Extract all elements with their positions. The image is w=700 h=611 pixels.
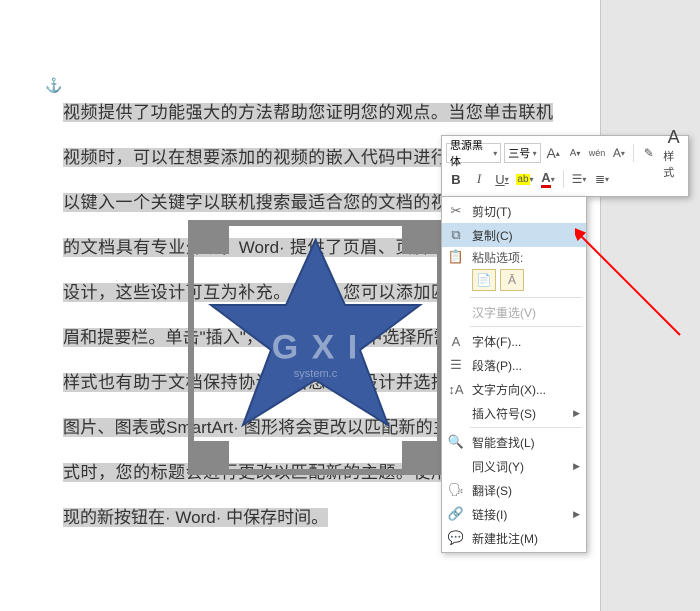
menu-copy[interactable]: ⧉ 复制(C)	[442, 223, 586, 247]
phonetic-guide-button[interactable]: wén	[588, 143, 607, 163]
font-a-icon: A	[446, 332, 466, 350]
anchor-icon: ⚓	[45, 77, 62, 94]
link-icon: 🔗	[446, 505, 466, 523]
font-name-select[interactable]: 思源黑体▾	[446, 143, 501, 163]
format-painter-button[interactable]: ✎	[639, 143, 658, 163]
scissors-icon: ✂	[446, 202, 466, 220]
search-icon: 🔍	[446, 433, 466, 451]
paste-options-row: 📄 Ā	[442, 267, 586, 295]
menu-translate[interactable]: 🗣 翻译(S)	[442, 478, 586, 502]
menu-cut[interactable]: ✂ 剪切(T)	[442, 199, 586, 223]
translate-icon: 🗣	[446, 481, 466, 499]
menu-thesaurus[interactable]: 同义词(Y) ▶	[442, 454, 586, 478]
highlight-button[interactable]: ab▾	[515, 169, 535, 189]
menu-font[interactable]: A 字体(F)...	[442, 329, 586, 353]
mini-toolbar: 思源黑体▾ 三号▾ A▴ A▾ wén A▾ ✎ A样式 B I U▾ ab▾ …	[441, 135, 689, 197]
paragraph-icon: ☰	[446, 356, 466, 374]
paste-option-text-only[interactable]: Ā	[500, 269, 524, 291]
menu-insert-symbol[interactable]: 插入符号(S) ▶	[442, 401, 586, 425]
numbering-button[interactable]: ≣▾	[592, 169, 612, 189]
app-right-panel	[600, 0, 700, 611]
paste-option-keep-source[interactable]: 📄	[472, 269, 496, 291]
shrink-font-button[interactable]: A▾	[566, 143, 585, 163]
grow-font-button[interactable]: A▴	[544, 143, 563, 163]
watermark-subtext: system.c	[294, 368, 337, 380]
menu-paragraph[interactable]: ☰ 段落(P)...	[442, 353, 586, 377]
menu-new-comment[interactable]: 💬 新建批注(M)	[442, 526, 586, 550]
chevron-right-icon: ▶	[573, 408, 580, 419]
chevron-right-icon: ▶	[573, 509, 580, 520]
text-direction-icon: ↕A	[446, 380, 466, 398]
selected-shape[interactable]: G X I system.c	[188, 220, 443, 475]
menu-link[interactable]: 🔗 链接(I) ▶	[442, 502, 586, 526]
clipboard-icon: 📋	[446, 248, 466, 266]
menu-smart-lookup[interactable]: 🔍 智能查找(L)	[442, 430, 586, 454]
chevron-right-icon: ▶	[573, 461, 580, 472]
font-color-button[interactable]: A▾	[538, 169, 558, 189]
bullets-button[interactable]: ☰▾	[569, 169, 589, 189]
change-case-button[interactable]: A▾	[609, 143, 628, 163]
watermark-text: G X I	[272, 328, 359, 367]
menu-paste-header: 📋 粘贴选项:	[442, 247, 586, 267]
italic-button[interactable]: I	[469, 169, 489, 189]
bold-button[interactable]: B	[446, 169, 466, 189]
font-size-select[interactable]: 三号▾	[504, 143, 540, 163]
context-menu: ✂ 剪切(T) ⧉ 复制(C) 📋 粘贴选项: 📄 Ā 汉字重选(V) A 字体…	[441, 196, 587, 553]
menu-text-direction[interactable]: ↕A 文字方向(X)...	[442, 377, 586, 401]
styles-button[interactable]: A样式	[663, 127, 684, 180]
menu-hanzi-reselect: 汉字重选(V)	[442, 300, 586, 324]
copy-icon: ⧉	[446, 226, 466, 244]
underline-button[interactable]: U▾	[492, 169, 512, 189]
comment-icon: 💬	[446, 529, 466, 547]
